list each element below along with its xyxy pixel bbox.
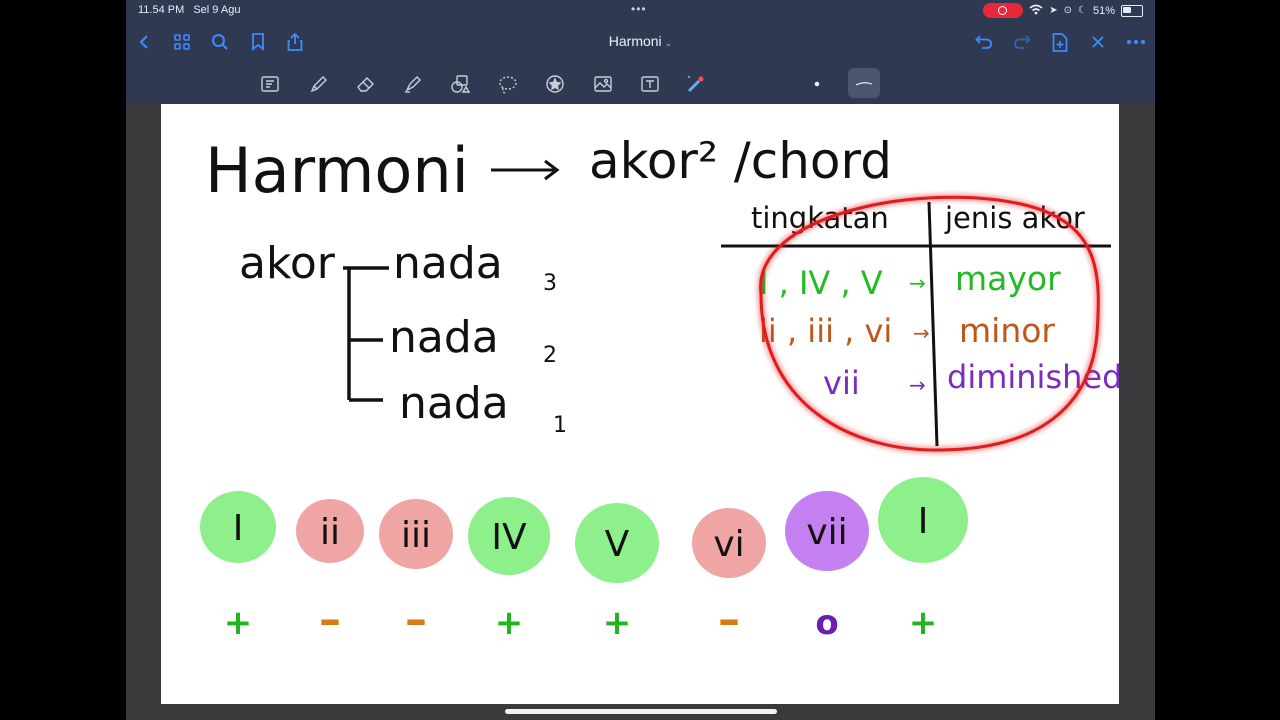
- battery-icon: [1121, 4, 1143, 17]
- nada-label-1: nada: [393, 238, 503, 289]
- battery-fill: [1123, 6, 1131, 13]
- chord-bubble: ii –: [296, 499, 364, 645]
- row-mayor-degrees: I , IV , V: [759, 264, 883, 302]
- pen-icon[interactable]: [306, 71, 332, 97]
- navigation-bar: Harmoni ⌄: [126, 22, 1155, 62]
- location-icon: ➤: [1049, 5, 1058, 16]
- chord-bubble: vii o: [785, 491, 869, 643]
- home-indicator[interactable]: [505, 709, 777, 714]
- row-diminished-degrees: vii: [823, 364, 860, 402]
- screen-record-icon[interactable]: [983, 3, 1024, 18]
- status-bar: 11.54 PM Sel 9 Agu ••• ➤ ⊙ ☾ 51%: [126, 0, 1155, 22]
- chord-quality-symbol: –: [718, 594, 740, 645]
- chord-bubble: vi –: [692, 508, 766, 645]
- arrow-icon: →: [909, 271, 926, 295]
- chord-quality-symbol: +: [495, 603, 524, 643]
- table-divider-vertical: [927, 201, 939, 447]
- redo-icon[interactable]: [1010, 30, 1034, 54]
- nada-num-3: 1: [553, 413, 567, 438]
- wifi-icon: [1029, 4, 1043, 18]
- multitasking-dots[interactable]: •••: [631, 2, 647, 16]
- ipad-screen: 11.54 PM Sel 9 Agu ••• ➤ ⊙ ☾ 51% Harmoni…: [126, 0, 1155, 720]
- note-subtitle: akor² /chord: [589, 132, 892, 190]
- more-options-icon[interactable]: [1124, 30, 1148, 54]
- chevron-down-icon: ⌄: [664, 38, 673, 48]
- chord-quality-symbol: +: [909, 603, 938, 643]
- close-edit-icon[interactable]: [1086, 30, 1110, 54]
- text-tool-icon[interactable]: [637, 71, 663, 97]
- color-dot-icon[interactable]: [804, 71, 830, 97]
- arrow-icon: →: [913, 321, 930, 345]
- drawing-toolbar: [126, 62, 1155, 104]
- table-header-jenis-akor: jenis akor: [944, 201, 1085, 235]
- lasso-select-icon[interactable]: [257, 71, 283, 97]
- row-mayor-type: mayor: [955, 259, 1061, 298]
- document-title[interactable]: Harmoni ⌄: [126, 33, 1155, 49]
- chord-label: I: [918, 501, 929, 542]
- add-page-icon[interactable]: [1048, 30, 1072, 54]
- highlighter-icon[interactable]: [400, 71, 426, 97]
- status-icons: ➤ ⊙ ☾ 51%: [983, 3, 1143, 18]
- chord-bubble: IV +: [468, 497, 550, 643]
- stroke-width-icon[interactable]: [848, 68, 880, 98]
- row-diminished-type: diminished: [947, 358, 1119, 396]
- chord-label: IV: [491, 517, 527, 558]
- chord-label: vii: [806, 512, 847, 553]
- status-time: 11.54 PM Sel 9 Agu: [138, 4, 241, 16]
- chord-label: V: [605, 524, 630, 565]
- chord-bubble: I+: [200, 491, 276, 643]
- nada-num-2: 2: [543, 343, 557, 368]
- chord-quality-symbol: +: [224, 603, 253, 643]
- image-icon[interactable]: [590, 71, 616, 97]
- chord-bubble: V+: [575, 503, 659, 643]
- chord-bubble: iii –: [379, 499, 453, 645]
- nada-num-1: 3: [543, 271, 557, 296]
- note-title: Harmoni: [205, 134, 469, 207]
- arrow-icon: →: [909, 373, 926, 397]
- undo-icon[interactable]: [972, 30, 996, 54]
- tree-bracket: [343, 266, 389, 402]
- battery-percent: 51%: [1092, 4, 1115, 17]
- lasso-icon[interactable]: [495, 71, 521, 97]
- notebook-page[interactable]: Harmoni akor² /chord akor nada 3 nada 2 …: [161, 104, 1119, 704]
- row-minor-degrees: ii , iii , vi: [759, 312, 892, 350]
- laser-pointer-icon[interactable]: [683, 71, 709, 97]
- eraser-icon[interactable]: [353, 71, 379, 97]
- moon-icon: ☾: [1078, 5, 1087, 16]
- sticker-icon[interactable]: [542, 71, 568, 97]
- chord-bubble: I+: [878, 477, 968, 643]
- chord-quality-symbol: –: [319, 594, 341, 645]
- nada-label-2: nada: [389, 312, 499, 363]
- handwriting-canvas: Harmoni akor² /chord akor nada 3 nada 2 …: [200, 132, 1119, 645]
- arrow-icon: [491, 159, 560, 181]
- chord-row: I+ii–iii–IV+V+vi–viioI+: [200, 477, 968, 645]
- chord-label: I: [233, 508, 244, 549]
- chord-quality-symbol: –: [405, 594, 427, 645]
- chord-label: iii: [401, 515, 431, 556]
- akor-label: akor: [239, 238, 336, 289]
- row-minor-type: minor: [959, 311, 1055, 350]
- shapes-icon[interactable]: [447, 71, 473, 97]
- chord-quality-symbol: +: [603, 603, 632, 643]
- lock-rotation-icon: ⊙: [1063, 5, 1072, 16]
- chord-label: ii: [320, 512, 340, 553]
- chord-quality-symbol: o: [815, 603, 838, 643]
- nada-label-3: nada: [399, 378, 509, 429]
- chord-label: vi: [713, 524, 744, 565]
